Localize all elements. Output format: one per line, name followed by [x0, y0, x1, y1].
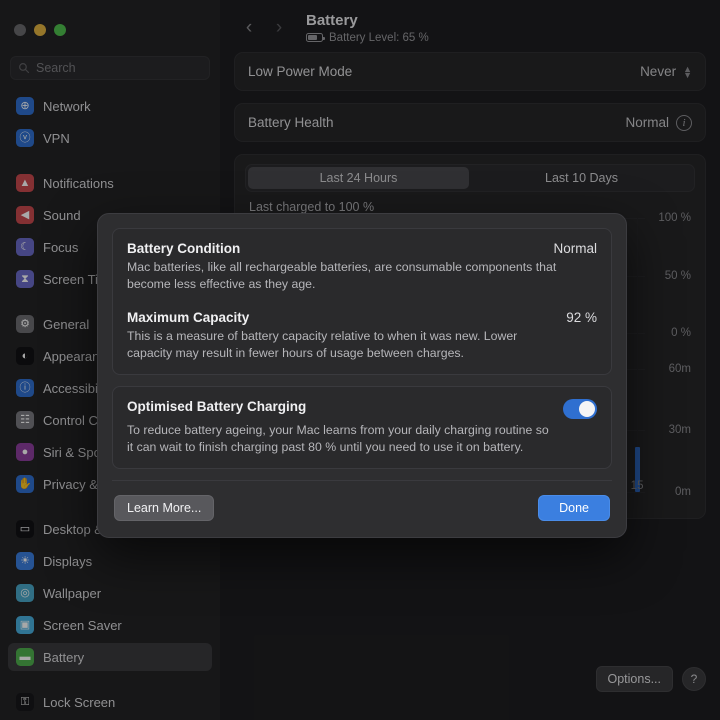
battery-condition-value: Normal — [553, 241, 597, 256]
system-settings-window: ⊕NetworkⓥVPN▲Notifications◀Sound☾Focus⧗S… — [0, 0, 720, 720]
maximum-capacity-block: Maximum Capacity 92 % This is a measure … — [127, 310, 597, 362]
battery-condition-block: Battery Condition Normal Mac batteries, … — [127, 241, 597, 293]
battery-condition-description: Mac batteries, like all rechargeable bat… — [127, 260, 557, 291]
optimised-charging-toggle[interactable] — [563, 398, 597, 419]
toggle-knob — [579, 400, 595, 417]
battery-health-sheet: Battery Condition Normal Mac batteries, … — [97, 213, 627, 538]
maximum-capacity-value: 92 % — [566, 309, 597, 325]
optimised-charging-title: Optimised Battery Charging — [127, 398, 307, 414]
maximum-capacity-description: This is a measure of battery capacity re… — [127, 328, 518, 360]
optimised-charging-card: Optimised Battery Charging To reduce bat… — [112, 385, 612, 469]
battery-condition-card: Battery Condition Normal Mac batteries, … — [112, 228, 612, 375]
battery-condition-title: Battery Condition — [127, 241, 241, 256]
battery-condition-head: Battery Condition Normal — [127, 241, 597, 256]
optimised-charging-head: Optimised Battery Charging — [127, 398, 597, 419]
optimised-charging-description: To reduce battery ageing, your Mac learn… — [127, 422, 549, 454]
learn-more-button[interactable]: Learn More... — [114, 494, 215, 521]
sheet-divider — [112, 479, 612, 481]
maximum-capacity-title: Maximum Capacity — [127, 309, 250, 325]
maximum-capacity-head: Maximum Capacity 92 % — [127, 310, 597, 325]
sheet-footer: Learn More... Done — [112, 493, 612, 523]
done-button[interactable]: Done — [538, 494, 610, 521]
